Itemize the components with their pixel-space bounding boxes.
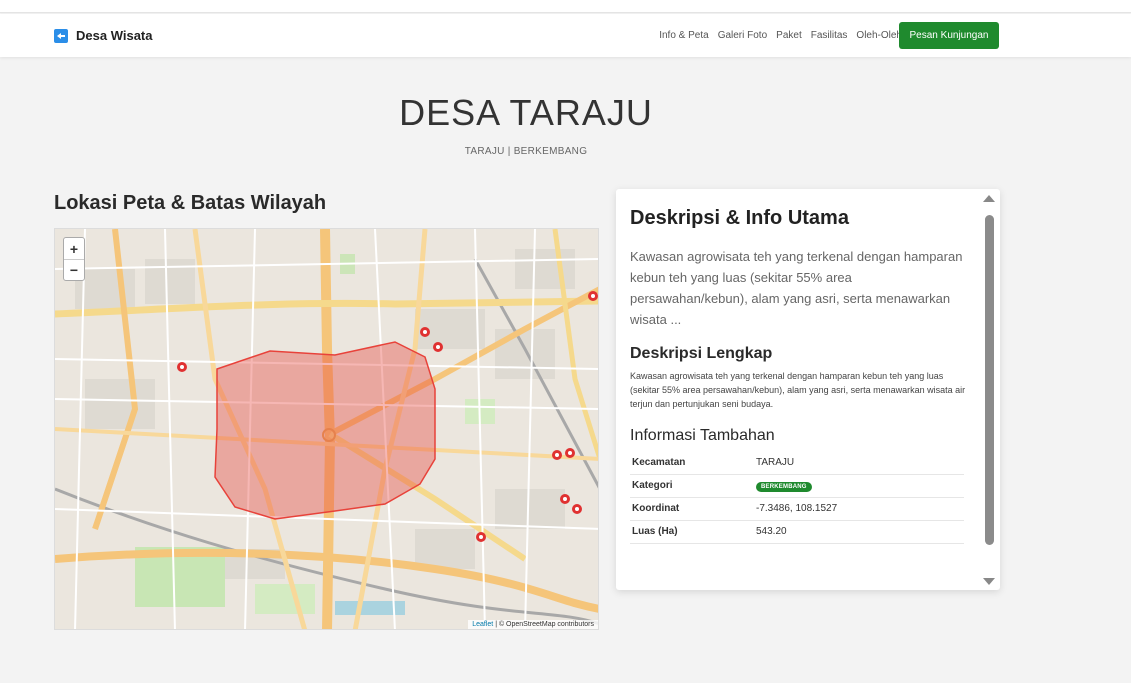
map-zoom-control: + − [63,237,85,281]
map-heading: Lokasi Peta & Batas Wilayah [54,192,327,214]
info-summary: Kawasan agrowisata teh yang terkenal den… [630,249,963,327]
table-row: Kategori BERKEMBANG [630,474,964,498]
row-label-kecamatan: Kecamatan [630,451,756,475]
info-card: Deskripsi & Info Utama Kawasan agrowisat… [616,189,1000,590]
map-attribution: Leaflet | © OpenStreetMap contributors [468,620,598,629]
table-row: Kecamatan TARAJU [630,451,964,475]
leaflet-link[interactable]: Leaflet [472,621,493,628]
row-value-kategori: BERKEMBANG [756,474,964,498]
map-tiles[interactable] [55,229,599,630]
full-description-title: Deskripsi Lengkap [630,345,773,362]
page-subtitle: TARAJU | BERKEMBANG [464,146,588,157]
nav-link-paket[interactable]: Paket [776,30,802,41]
nav-link-fasilitas[interactable]: Fasilitas [811,30,848,41]
row-label-koordinat: Koordinat [630,497,756,521]
nav-link-oleh-oleh[interactable]: Oleh-Oleh [856,30,902,41]
additional-info-table: Kecamatan TARAJU Kategori BERKEMBANG Koo… [630,451,964,544]
browser-top-strip [0,0,1131,13]
book-visit-button[interactable]: Pesan Kunjungan [899,22,999,49]
map-view[interactable]: + − Leaflet | © OpenStreetMap contributo… [54,228,599,630]
info-card-scrollbar[interactable] [983,195,995,585]
brand-link[interactable]: Desa Wisata [54,28,152,43]
status-badge: BERKEMBANG [756,481,812,492]
zoom-out-button[interactable]: − [64,259,84,280]
scroll-down-arrow-icon[interactable] [983,578,995,585]
row-value-koordinat: -7.3486, 108.1527 [756,497,964,521]
table-row: Koordinat -7.3486, 108.1527 [630,497,964,521]
info-card-title: Deskripsi & Info Utama [630,207,849,229]
nav-link-galeri-foto[interactable]: Galeri Foto [718,30,767,41]
scroll-up-arrow-icon[interactable] [983,195,995,202]
page-title: DESA TARAJU [399,92,653,133]
full-description-text: Kawasan agrowisata teh yang terkenal den… [630,371,966,409]
row-label-luas: Luas (Ha) [630,520,756,544]
map-icon [54,28,68,43]
nav-link-info-peta[interactable]: Info & Peta [659,30,708,41]
osm-attribution: | © OpenStreetMap contributors [493,621,594,628]
table-row: Luas (Ha) 543.20 [630,520,964,544]
brand-label: Desa Wisata [76,28,153,43]
row-label-kategori: Kategori [630,474,756,498]
additional-info-title: Informasi Tambahan [630,427,775,444]
nav-links: Info & Peta Galeri Foto Paket Fasilitas … [659,30,902,41]
navbar: Desa Wisata Info & Peta Galeri Foto Pake… [0,14,1131,57]
zoom-in-button[interactable]: + [64,238,84,259]
row-value-kecamatan: TARAJU [756,451,964,475]
scroll-thumb[interactable] [985,215,994,545]
row-value-luas: 543.20 [756,520,964,544]
info-card-content: Deskripsi & Info Utama Kawasan agrowisat… [630,207,966,544]
